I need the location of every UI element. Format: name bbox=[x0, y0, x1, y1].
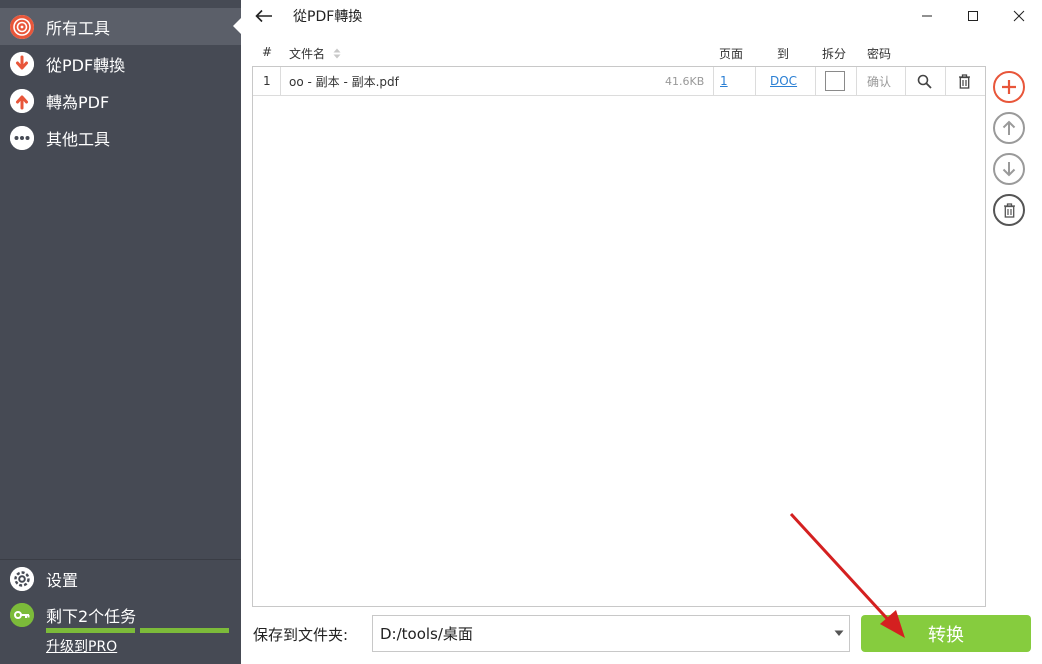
task-progress-bar bbox=[140, 628, 229, 633]
trash-icon bbox=[959, 73, 970, 89]
close-button[interactable] bbox=[996, 0, 1042, 32]
delete-all-button[interactable] bbox=[993, 194, 1025, 226]
save-to-label: 保存到文件夹: bbox=[253, 626, 349, 644]
sidebar-divider bbox=[0, 559, 241, 560]
table-header: # 文件名 页面 到 拆分 密码 bbox=[252, 42, 986, 64]
upgrade-link[interactable]: 升级到PRO bbox=[46, 636, 117, 656]
header-to: 到 bbox=[777, 47, 790, 61]
arrow-up-icon bbox=[10, 88, 34, 113]
plus-icon bbox=[1002, 80, 1016, 94]
table-row[interactable]: 1 oo - 副本 - 副本.pdf 41.6KB 1 DOC 确认 bbox=[253, 67, 985, 96]
row-filename: oo - 副本 - 副本.pdf bbox=[289, 74, 399, 89]
maximize-icon bbox=[968, 11, 978, 21]
sidebar-item-to-pdf[interactable]: 轉為PDF bbox=[0, 82, 241, 119]
more-dots-icon bbox=[10, 125, 34, 150]
row-password-input[interactable]: 确认 bbox=[867, 67, 891, 95]
tasks-label: 剩下2个任务 bbox=[46, 607, 137, 626]
maximize-button[interactable] bbox=[950, 0, 996, 32]
cell-divider bbox=[280, 67, 281, 95]
tasks-progress bbox=[46, 628, 229, 633]
arrow-up-icon bbox=[1002, 120, 1016, 135]
row-filesize: 41.6KB bbox=[665, 74, 705, 88]
delete-row-button[interactable] bbox=[958, 67, 971, 95]
convert-button[interactable]: 转换 bbox=[861, 615, 1031, 652]
window-title: 從PDF轉換 bbox=[293, 9, 363, 25]
gear-icon bbox=[10, 567, 34, 591]
sidebar-item-label: 轉為PDF bbox=[46, 92, 110, 112]
back-button[interactable] bbox=[241, 0, 287, 32]
header-filename[interactable]: 文件名 bbox=[289, 45, 341, 62]
header-split: 拆分 bbox=[822, 47, 847, 61]
sidebar-bottom: 设置 剩下2个任务 升级到PRO bbox=[0, 561, 241, 655]
header-pages: 页面 bbox=[719, 47, 744, 61]
cell-divider bbox=[713, 67, 714, 95]
sidebar-item-label: 從PDF轉換 bbox=[46, 55, 126, 75]
header-filename-label: 文件名 bbox=[289, 47, 326, 61]
row-index: 1 bbox=[263, 74, 271, 88]
sidebar-item-label: 所有工具 bbox=[46, 18, 111, 38]
preview-button[interactable] bbox=[917, 67, 932, 95]
chevron-down-icon bbox=[834, 630, 844, 636]
key-icon bbox=[10, 603, 34, 627]
target-icon bbox=[10, 14, 34, 39]
trash-icon bbox=[1003, 202, 1015, 218]
move-down-button[interactable] bbox=[993, 153, 1025, 185]
sidebar-item-other-tools[interactable]: 其他工具 bbox=[0, 119, 241, 156]
cell-divider bbox=[856, 67, 857, 95]
settings-button[interactable]: 设置 bbox=[0, 561, 241, 597]
sidebar-item-from-pdf[interactable]: 從PDF轉換 bbox=[0, 45, 241, 82]
cell-divider bbox=[945, 67, 946, 95]
sidebar: 所有工具 從PDF轉換 轉為PDF 其他工具 设置 剩下2个任务 升级到PRO bbox=[0, 0, 241, 664]
task-progress-bar bbox=[46, 628, 135, 633]
minimize-button[interactable] bbox=[904, 0, 950, 32]
cell-divider bbox=[755, 67, 756, 95]
sidebar-item-all-tools[interactable]: 所有工具 bbox=[0, 8, 241, 45]
file-list: 1 oo - 副本 - 副本.pdf 41.6KB 1 DOC 确认 bbox=[252, 66, 986, 607]
output-folder-value: D:/tools/桌面 bbox=[380, 625, 473, 643]
cell-divider bbox=[815, 67, 816, 95]
row-format-link[interactable]: DOC bbox=[770, 67, 797, 95]
search-icon bbox=[917, 74, 932, 89]
title-bar: 從PDF轉換 bbox=[241, 0, 1042, 32]
row-split-cell bbox=[825, 67, 845, 95]
close-icon bbox=[1013, 10, 1025, 22]
header-password: 密码 bbox=[867, 47, 892, 61]
arrow-down-icon bbox=[1002, 162, 1016, 177]
sidebar-item-label: 其他工具 bbox=[46, 129, 111, 149]
move-up-button[interactable] bbox=[993, 112, 1025, 144]
sort-icon bbox=[333, 48, 341, 59]
minimize-icon bbox=[922, 15, 932, 17]
window-controls bbox=[904, 0, 1042, 32]
arrow-down-icon bbox=[10, 51, 34, 76]
output-folder-select[interactable]: D:/tools/桌面 bbox=[372, 615, 850, 652]
settings-label: 设置 bbox=[46, 571, 79, 590]
header-index: # bbox=[262, 45, 273, 59]
app-window: 所有工具 從PDF轉換 轉為PDF 其他工具 设置 剩下2个任务 升级到PRO … bbox=[0, 0, 1042, 664]
arrow-left-icon bbox=[255, 9, 272, 23]
cell-divider bbox=[905, 67, 906, 95]
split-checkbox[interactable] bbox=[825, 71, 845, 91]
row-pages-link[interactable]: 1 bbox=[720, 67, 728, 95]
add-file-button[interactable] bbox=[993, 71, 1025, 103]
